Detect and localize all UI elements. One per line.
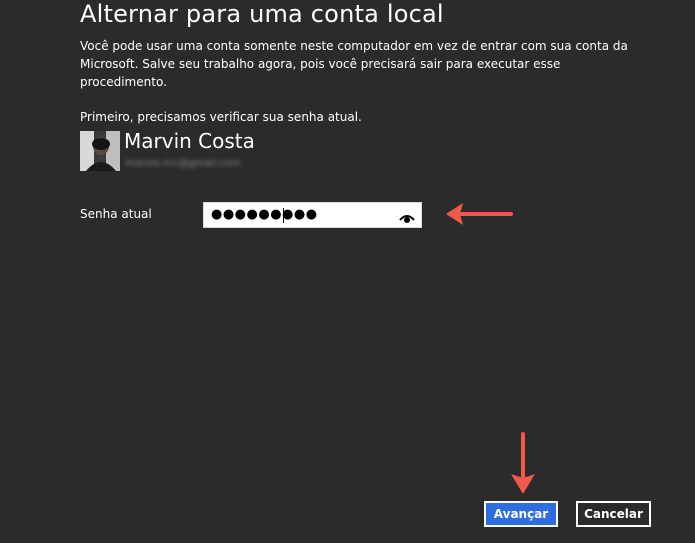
- page-title: Alternar para uma conta local: [80, 0, 444, 28]
- instruction-text: Primeiro, precisamos verificar sua senha…: [80, 110, 362, 124]
- account-name: Marvin Costa: [124, 129, 255, 153]
- next-button[interactable]: Avançar: [484, 501, 558, 527]
- description-text: Você pode usar uma conta somente neste c…: [80, 39, 628, 89]
- text-caret: [283, 208, 284, 223]
- description: Você pode usar uma conta somente neste c…: [80, 37, 640, 126]
- password-field[interactable]: ●●●●●●●●●: [203, 202, 422, 228]
- password-value: ●●●●●●●●●: [211, 207, 318, 222]
- annotation-arrow-left-icon: [446, 203, 513, 225]
- cancel-button[interactable]: Cancelar: [576, 501, 651, 527]
- eye-icon[interactable]: [399, 209, 415, 223]
- annotation-arrow-down-icon: [511, 432, 535, 494]
- account-email: marvin.rcc@gmail.com: [125, 158, 241, 169]
- password-label: Senha atual: [80, 207, 152, 221]
- avatar: [80, 131, 120, 171]
